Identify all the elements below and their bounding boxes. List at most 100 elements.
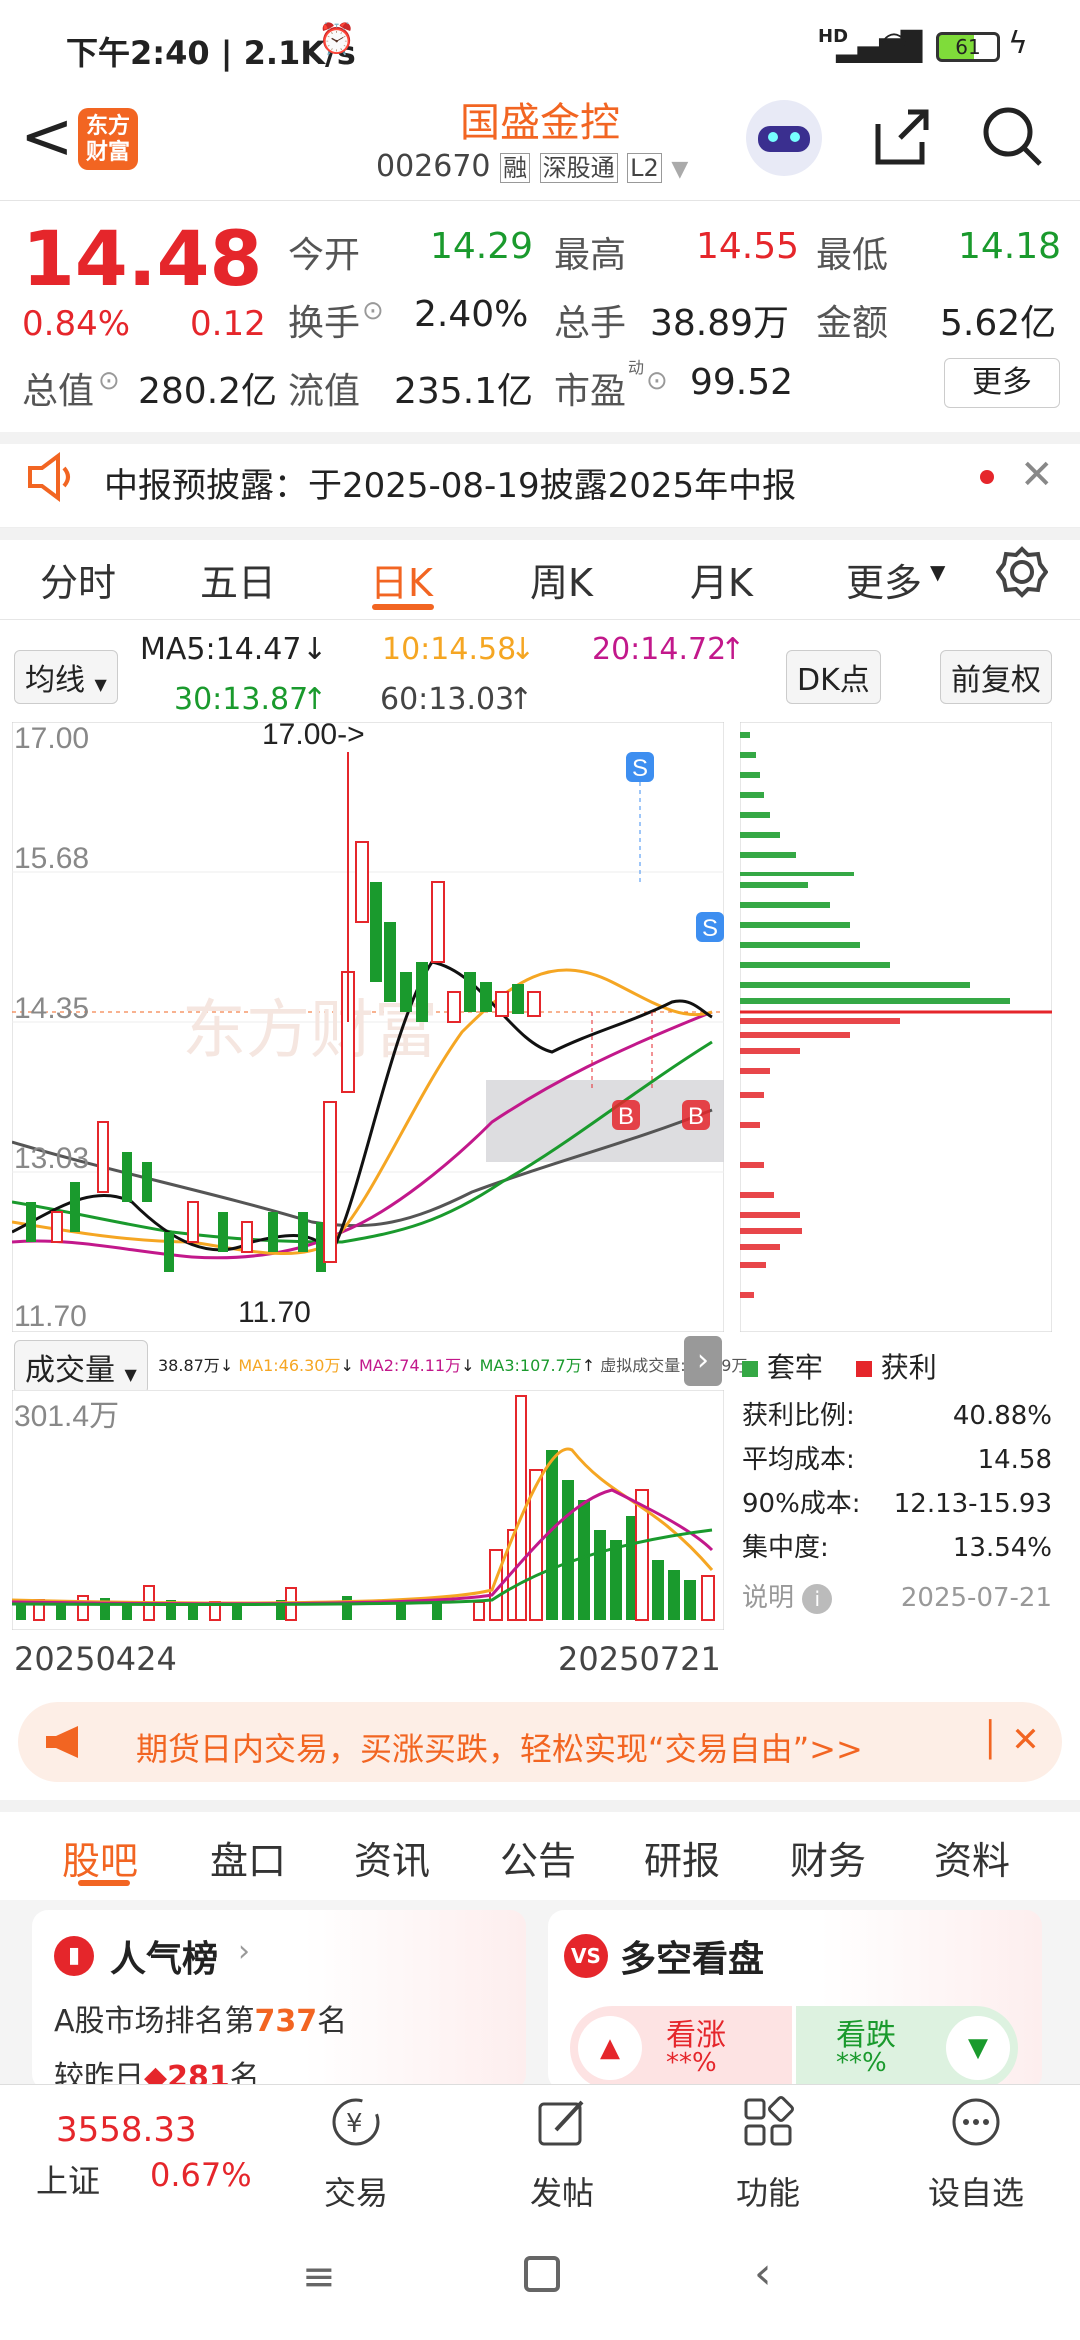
candle: [187, 1201, 199, 1243]
amount-label: 金额: [816, 303, 889, 344]
search-icon[interactable]: [980, 104, 1044, 168]
tab-fiveday[interactable]: 五日: [200, 552, 276, 607]
nav-post[interactable]: 发帖: [492, 2090, 632, 2214]
expand-arrow-icon[interactable]: ›: [684, 1336, 722, 1386]
bear-button[interactable]: 看跌 **% ▼: [796, 2006, 1018, 2090]
tab-profile[interactable]: 资料: [934, 1830, 1010, 1885]
tab-research[interactable]: 研报: [644, 1830, 720, 1885]
chevron-down-icon[interactable]: ▼: [671, 157, 688, 182]
tab-more[interactable]: 更多: [846, 552, 922, 607]
nav-trade-label: 交易: [323, 2174, 388, 2212]
close-icon[interactable]: │ ✕: [980, 1720, 1040, 1760]
candle: [464, 972, 476, 1012]
ad-text: 期货日内交易，买涨买跌，轻松实现“交易自由”>>: [136, 1730, 863, 1768]
sentiment-title: 多空看盘: [620, 1939, 765, 1980]
high-marker: 17.00->: [262, 722, 365, 751]
nav-functions-label: 功能: [735, 2174, 800, 2212]
chevron-down-icon: ▼: [930, 560, 946, 584]
menu-icon[interactable]: ≡: [302, 2254, 336, 2300]
back-button[interactable]: <: [20, 100, 74, 174]
tab-pankou[interactable]: 盘口: [210, 1830, 286, 1885]
nav-trade[interactable]: ¥ 交易: [286, 2090, 426, 2214]
nav-watchlist[interactable]: 设自选: [906, 2090, 1046, 2214]
legend-trapped: 套牢: [766, 1351, 823, 1384]
rank-value: 737: [254, 2004, 318, 2039]
unread-dot: [980, 470, 994, 484]
robot-assistant-icon[interactable]: [746, 100, 822, 176]
candle: [512, 984, 524, 1014]
tab-announcement[interactable]: 公告: [500, 1830, 576, 1885]
sentiment-card[interactable]: VS 多空看盘 ▲ 看涨 **% 看跌 **% ▼: [548, 1910, 1042, 2090]
candle: [268, 1212, 278, 1252]
legend-profit: 获利: [880, 1351, 937, 1384]
dk-point-button[interactable]: DK点: [786, 650, 881, 704]
turnover-label: 换手: [288, 303, 361, 344]
chip-stats: 获利比例: 40.88% 平均成本: 14.58 90%成本: 12.13-15.93…: [742, 1394, 1052, 1620]
popularity-title: 人气榜: [110, 1939, 219, 1980]
ma20-label: 20:14.72: [592, 632, 727, 667]
candle: [51, 1211, 63, 1243]
chip-date: 2025-07-21: [900, 1583, 1052, 1613]
tab-timeshare[interactable]: 分时: [40, 552, 116, 607]
stat-value: 40.88%: [952, 1401, 1052, 1431]
kline-chart[interactable]: 东方财富 17.00-> 11.70 17.00 15.68 14.35 13.…: [12, 722, 724, 1332]
tab-news[interactable]: 资讯: [354, 1830, 430, 1885]
candle: [447, 991, 461, 1023]
notice-text: 中报预披露：于2025-08-19披露2025年中报: [104, 466, 797, 506]
index-value[interactable]: 3558.33: [56, 2110, 197, 2150]
turnover-value: 2.40%: [414, 294, 529, 335]
nav-watchlist-label: 设自选: [927, 2174, 1024, 2212]
watermark: 东方财富: [182, 994, 438, 1066]
tab-guba[interactable]: 股吧: [62, 1830, 138, 1885]
info-icon[interactable]: ⊙: [98, 366, 120, 396]
battery-icon: 61: [936, 32, 1000, 62]
pe-value: 99.52: [690, 362, 794, 403]
volume-chart[interactable]: 301.4万: [12, 1390, 724, 1630]
rank-suffix: 名: [317, 2004, 348, 2039]
current-price: 14.48: [22, 214, 263, 303]
stat-value: 12.13-15.93: [893, 1489, 1052, 1519]
adjust-button[interactable]: 前复权: [940, 650, 1052, 704]
nav-functions[interactable]: 功能: [698, 2090, 838, 2214]
nav-post-label: 发帖: [529, 2174, 594, 2212]
alarm-icon: ⏰: [318, 22, 356, 57]
ma60-label: 60:13.03: [380, 682, 515, 717]
info-icon[interactable]: ⊙: [362, 296, 384, 326]
explain-link[interactable]: 说明 i: [742, 1576, 833, 1620]
amount-value: 5.62亿: [940, 303, 1057, 344]
info-icon[interactable]: ⊙: [646, 366, 668, 396]
date-start: 20250424: [14, 1640, 177, 1678]
tab-monthly-k[interactable]: 月K: [690, 552, 753, 607]
candle: [298, 1212, 308, 1252]
candle: [527, 991, 541, 1017]
more-button[interactable]: 更多: [944, 358, 1060, 408]
back-nav-icon[interactable]: ‹: [754, 2248, 772, 2299]
speaker-icon: [28, 452, 70, 502]
bull-button[interactable]: ▲ 看涨 **%: [570, 2006, 792, 2090]
tab-daily-k[interactable]: 日K: [370, 552, 433, 607]
pe-dynamic-mark: 动: [628, 358, 645, 377]
close-icon[interactable]: ✕: [1020, 452, 1054, 498]
tab-finance[interactable]: 财务: [790, 1830, 866, 1885]
popularity-card[interactable]: ▮ 人气榜 › A股市场排名第737名 较昨日◆281名: [32, 1910, 526, 2095]
tab-weekly-k[interactable]: 周K: [530, 552, 593, 607]
share-icon[interactable]: [870, 104, 934, 168]
y-label: 13.03: [14, 1142, 89, 1175]
chart-icon: ▮: [54, 1936, 94, 1976]
stock-code: 002670: [376, 149, 491, 184]
stat-value: 14.58: [977, 1445, 1052, 1475]
status-time: 下午2:40 | 2.1K/s: [66, 34, 356, 72]
volume-max-label: 301.4万: [14, 1400, 119, 1433]
virtual-volume: 虚拟成交量:43.89万: [600, 1356, 748, 1375]
y-label: 15.68: [14, 842, 89, 875]
mktcap-label: 总值: [22, 371, 95, 412]
volume-selector[interactable]: 成交量 ▼: [14, 1340, 148, 1394]
gear-icon[interactable]: [996, 546, 1048, 598]
y-label: 11.70: [14, 1300, 87, 1332]
explain-text: 说明: [742, 1583, 795, 1613]
ma-selector[interactable]: 均线 ▼: [14, 650, 118, 704]
home-icon[interactable]: [524, 2256, 560, 2292]
candle: [480, 982, 492, 1012]
arrow-up-icon: ▲: [578, 2016, 642, 2080]
candle: [400, 972, 412, 1012]
